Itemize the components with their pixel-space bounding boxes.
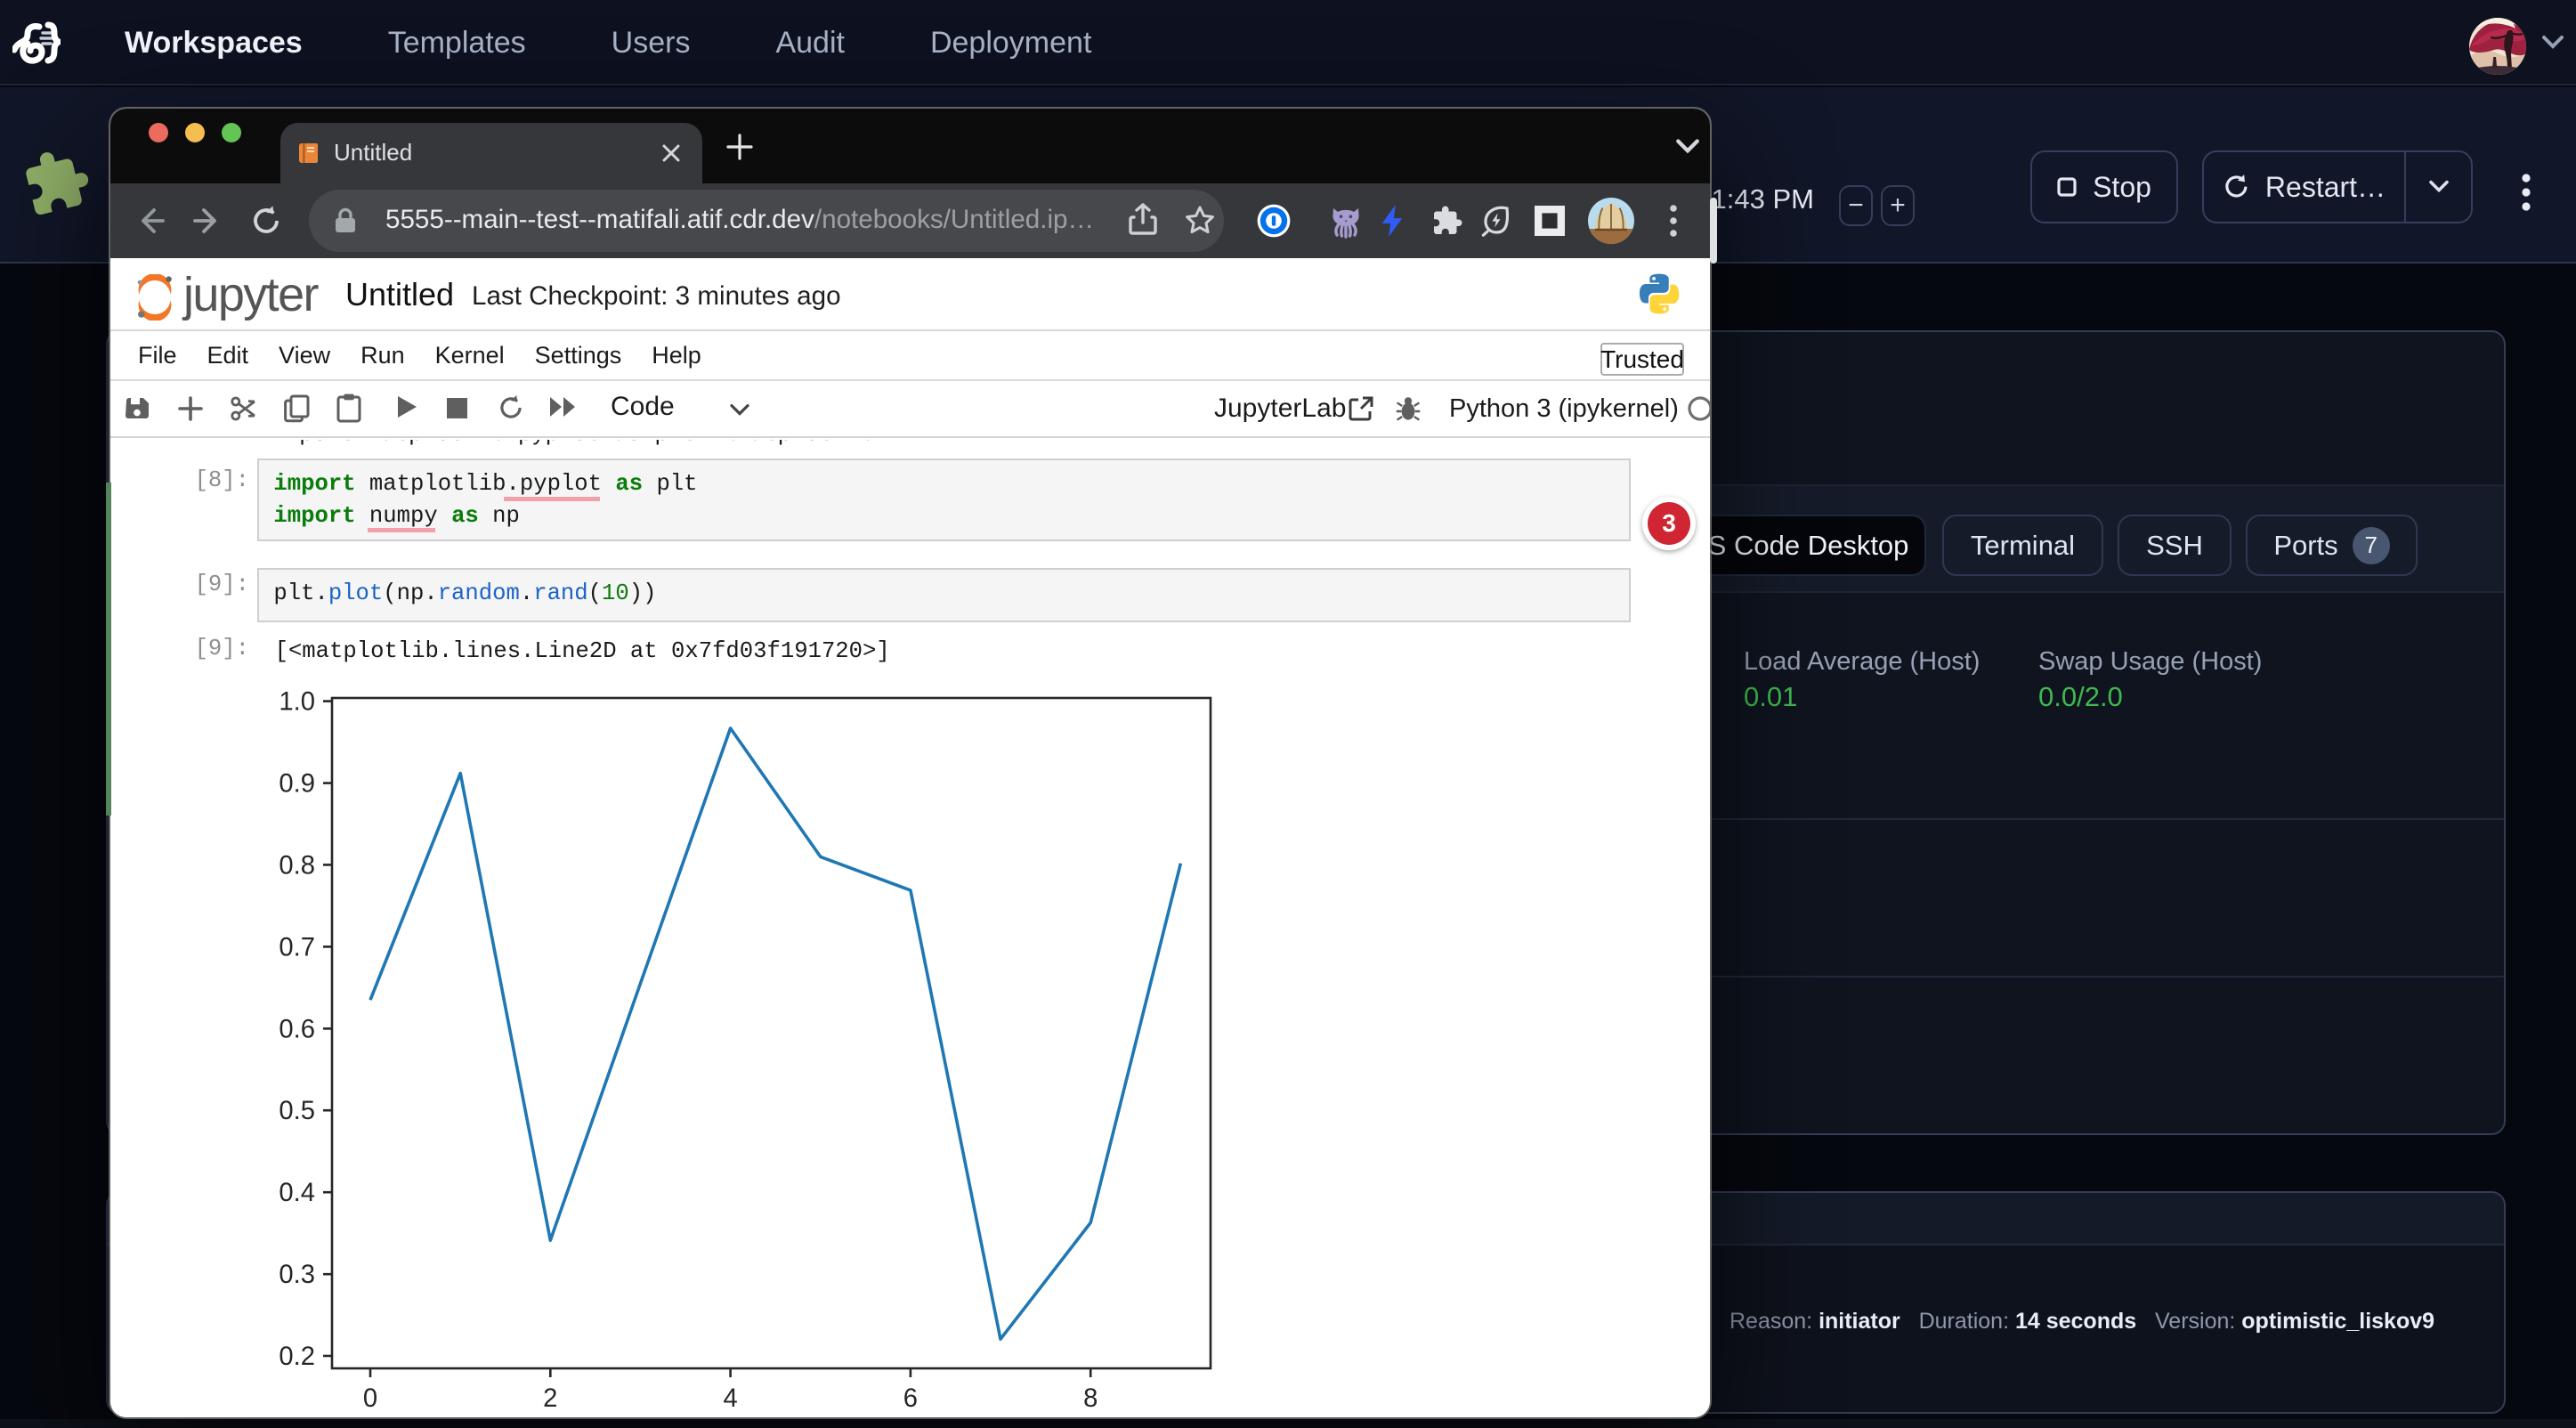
svg-text:6: 6 <box>903 1384 918 1413</box>
svg-text:0.6: 0.6 <box>279 1015 315 1043</box>
svg-text:4: 4 <box>723 1384 737 1413</box>
svg-text:8: 8 <box>1083 1384 1098 1413</box>
svg-text:0.9: 0.9 <box>279 770 315 799</box>
svg-text:2: 2 <box>543 1384 557 1413</box>
svg-text:0.7: 0.7 <box>279 933 315 961</box>
svg-text:1.0: 1.0 <box>279 689 315 717</box>
svg-text:0.5: 0.5 <box>279 1097 315 1125</box>
svg-text:0.4: 0.4 <box>279 1179 315 1207</box>
svg-text:0.3: 0.3 <box>279 1261 315 1289</box>
svg-text:0.2: 0.2 <box>279 1343 315 1371</box>
svg-text:0.8: 0.8 <box>279 851 315 880</box>
svg-text:0: 0 <box>363 1384 377 1413</box>
